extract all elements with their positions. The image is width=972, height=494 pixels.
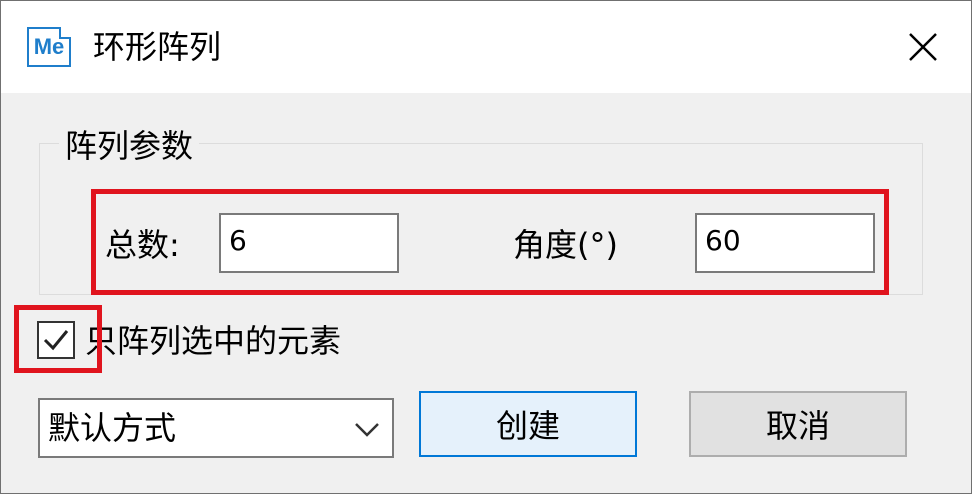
count-label: 总数: <box>105 226 180 264</box>
create-button[interactable]: 创建 <box>419 391 637 457</box>
chevron-down-icon <box>355 423 379 437</box>
mode-select[interactable]: 默认方式 <box>38 398 394 458</box>
checkmark-icon <box>43 330 69 351</box>
dialog-window: Me 环形阵列 阵列参数 总数: 6 角度(°) 60 只阵列选中的元素 默认方… <box>0 0 972 494</box>
title-bar: Me 环形阵列 <box>1 1 971 93</box>
close-button[interactable] <box>891 17 955 77</box>
count-input[interactable]: 6 <box>219 213 399 273</box>
angle-input[interactable]: 60 <box>695 213 875 273</box>
selected-only-label[interactable]: 只阵列选中的元素 <box>85 320 341 362</box>
close-icon <box>909 33 937 61</box>
group-title: 阵列参数 <box>59 125 200 167</box>
mode-select-value: 默认方式 <box>48 409 177 447</box>
selected-only-checkbox[interactable] <box>37 321 75 359</box>
window-title: 环形阵列 <box>93 28 222 66</box>
app-logo-icon: Me <box>27 27 71 67</box>
cancel-button[interactable]: 取消 <box>689 391 907 457</box>
angle-label: 角度(°) <box>513 226 618 264</box>
